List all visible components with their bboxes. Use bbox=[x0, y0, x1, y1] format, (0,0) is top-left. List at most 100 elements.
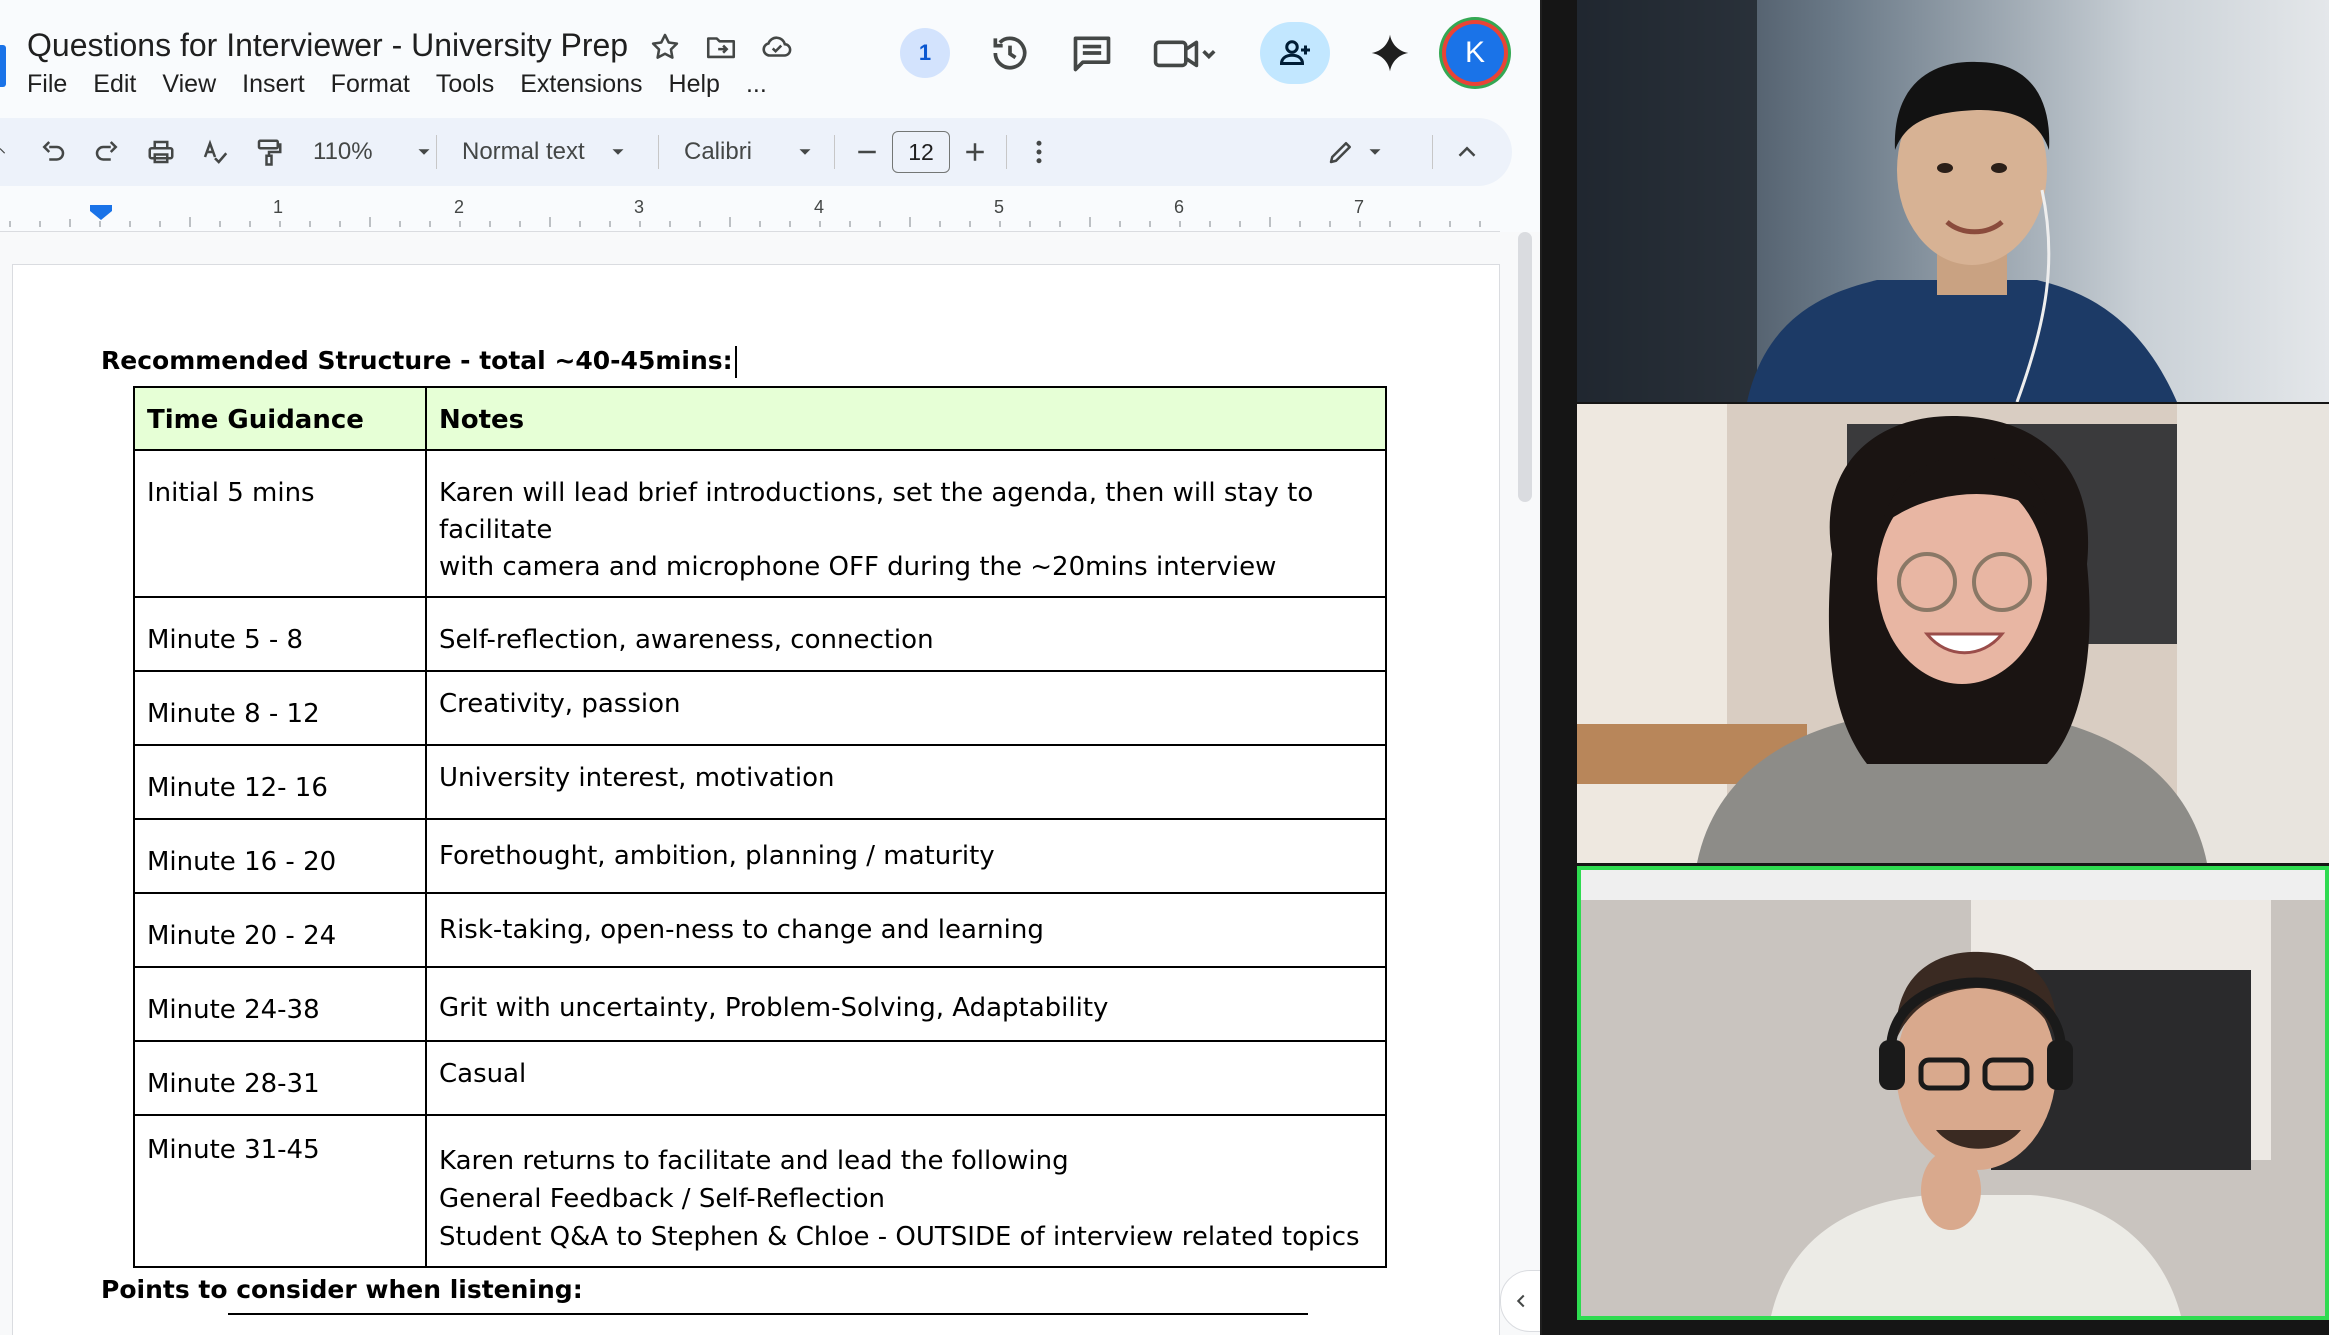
notes-line: Risk-taking, open-ness to change and lea… bbox=[439, 915, 1044, 945]
font-size-value: 12 bbox=[892, 131, 950, 173]
redo-icon[interactable] bbox=[92, 118, 122, 186]
header-time-guidance: Time Guidance bbox=[133, 386, 427, 451]
notes-cell[interactable]: Grit with uncertainty, Problem-Solving, … bbox=[425, 966, 1387, 1042]
section-heading-points[interactable]: Points to consider when listening: bbox=[101, 1275, 583, 1304]
account-avatar[interactable]: K bbox=[1446, 24, 1504, 82]
chevron-left-icon bbox=[1516, 1294, 1525, 1308]
time-cell[interactable]: Minute 31-45 bbox=[133, 1114, 427, 1268]
zoom-value: 110% bbox=[313, 138, 373, 165]
title-icons bbox=[648, 30, 794, 64]
notes-cell[interactable]: Creativity, passion bbox=[425, 670, 1387, 746]
vertical-scrollbar[interactable] bbox=[1518, 232, 1532, 502]
paragraph-style-select[interactable]: Normal text bbox=[462, 118, 629, 186]
spellcheck-icon[interactable] bbox=[200, 118, 230, 186]
menu-tools[interactable]: Tools bbox=[436, 70, 494, 99]
chevron-down-icon bbox=[1369, 149, 1381, 155]
notes-cell[interactable]: University interest, motivation bbox=[425, 744, 1387, 820]
participant-video-2[interactable] bbox=[1577, 404, 2329, 863]
horizontal-ruler[interactable]: 1 2 3 4 5 6 7 bbox=[0, 195, 1500, 232]
viewer-count-badge[interactable]: 1 bbox=[900, 28, 950, 78]
ruler-number: 7 bbox=[1354, 197, 1365, 217]
comments-icon[interactable] bbox=[1070, 31, 1114, 75]
decrease-font-size-button[interactable] bbox=[852, 118, 882, 186]
toolbar-divider bbox=[834, 135, 835, 169]
time-cell[interactable]: Minute 5 - 8 bbox=[133, 596, 427, 672]
title-bar: Questions for Interviewer - University P… bbox=[0, 0, 1540, 115]
share-button[interactable] bbox=[1260, 22, 1330, 84]
menu-help[interactable]: Help bbox=[669, 70, 720, 99]
print-icon[interactable] bbox=[146, 118, 176, 186]
section-heading-structure[interactable]: Recommended Structure - total ~40-45mins… bbox=[101, 346, 737, 378]
menu-format[interactable]: Format bbox=[331, 70, 410, 99]
notes-cell[interactable]: Casual bbox=[425, 1040, 1387, 1116]
docs-logo[interactable] bbox=[0, 45, 6, 87]
add-person-icon bbox=[1279, 40, 1310, 65]
toolbar-divider bbox=[1432, 135, 1433, 169]
chevron-down-icon bbox=[799, 149, 811, 155]
indent-marker-icon bbox=[90, 205, 112, 220]
participant-1-feed bbox=[1577, 0, 2329, 402]
table-row: Minute 28-31 Casual bbox=[133, 1040, 1387, 1116]
notes-line: Grit with uncertainty, Problem-Solving, … bbox=[439, 993, 1109, 1023]
toolbar-divider bbox=[658, 135, 659, 169]
notes-line: Casual bbox=[439, 1059, 527, 1089]
notes-cell[interactable]: Karen returns to facilitate and lead the… bbox=[425, 1114, 1387, 1268]
time-cell[interactable]: Minute 24-38 bbox=[133, 966, 427, 1042]
font-size-field[interactable]: 12 bbox=[892, 118, 950, 186]
notes-line: University interest, motivation bbox=[439, 763, 835, 793]
menu-more[interactable]: ... bbox=[746, 70, 767, 99]
star-icon[interactable] bbox=[648, 30, 682, 64]
menu-file[interactable]: File bbox=[27, 70, 67, 99]
zoom-select[interactable]: 110% bbox=[313, 118, 435, 186]
ruler-number: 3 bbox=[634, 197, 645, 217]
time-cell[interactable]: Minute 28-31 bbox=[133, 1040, 427, 1116]
time-cell[interactable]: Minute 20 - 24 bbox=[133, 892, 427, 968]
gemini-sparkle-icon[interactable] bbox=[1368, 31, 1412, 75]
search-menus-icon[interactable] bbox=[0, 118, 14, 186]
table-row: Minute 8 - 12 Creativity, passion bbox=[133, 670, 1387, 746]
menu-insert[interactable]: Insert bbox=[242, 70, 305, 99]
google-docs-window: Questions for Interviewer - University P… bbox=[0, 0, 1540, 1335]
version-history-icon[interactable] bbox=[988, 31, 1032, 75]
participant-2-feed bbox=[1577, 404, 2329, 863]
notes-line: Karen will lead brief introductions, set… bbox=[439, 478, 1314, 545]
table-row: Minute 31-45 Karen returns to facilitate… bbox=[133, 1114, 1387, 1268]
structure-table[interactable]: Time Guidance Notes Initial 5 mins Karen… bbox=[133, 386, 1387, 1268]
hide-menus-button[interactable] bbox=[1452, 118, 1482, 186]
participant-video-1[interactable] bbox=[1577, 0, 2329, 402]
table-row: Minute 16 - 20 Forethought, ambition, pl… bbox=[133, 818, 1387, 894]
ruler-number: 5 bbox=[994, 197, 1005, 217]
formatting-toolbar: 110% Normal text Calibri 12 bbox=[0, 118, 1512, 186]
notes-line: Student Q&A to Stephen & Chloe - OUTSIDE… bbox=[439, 1222, 1360, 1252]
font-select[interactable]: Calibri bbox=[684, 118, 816, 186]
table-row: Initial 5 mins Karen will lead brief int… bbox=[133, 449, 1387, 598]
meet-video-icon[interactable] bbox=[1152, 31, 1216, 75]
ruler-ticks bbox=[9, 205, 1481, 227]
document-title[interactable]: Questions for Interviewer - University P… bbox=[27, 27, 628, 64]
menu-extensions[interactable]: Extensions bbox=[520, 70, 642, 99]
time-cell[interactable]: Minute 12- 16 bbox=[133, 744, 427, 820]
time-cell[interactable]: Minute 8 - 12 bbox=[133, 670, 427, 746]
notes-line: Self-reflection, awareness, connection bbox=[439, 625, 934, 655]
notes-cell[interactable]: Risk-taking, open-ness to change and lea… bbox=[425, 892, 1387, 968]
notes-cell[interactable]: Karen will lead brief introductions, set… bbox=[425, 449, 1387, 598]
text-cursor bbox=[734, 346, 737, 378]
time-cell[interactable]: Initial 5 mins bbox=[133, 449, 427, 598]
paint-format-icon[interactable] bbox=[254, 118, 284, 186]
undo-icon[interactable] bbox=[38, 118, 68, 186]
cloud-saved-icon[interactable] bbox=[760, 30, 794, 64]
increase-font-size-button[interactable] bbox=[960, 118, 990, 186]
move-to-folder-icon[interactable] bbox=[704, 30, 738, 64]
editing-mode-select[interactable] bbox=[1326, 118, 1386, 186]
header-notes: Notes bbox=[425, 386, 1387, 451]
notes-line: Karen returns to facilitate and lead the… bbox=[439, 1146, 1069, 1176]
menu-edit[interactable]: Edit bbox=[93, 70, 136, 99]
ruler-number: 6 bbox=[1174, 197, 1185, 217]
notes-cell[interactable]: Self-reflection, awareness, connection bbox=[425, 596, 1387, 672]
time-cell[interactable]: Minute 16 - 20 bbox=[133, 818, 427, 894]
more-options-icon[interactable] bbox=[1024, 118, 1054, 186]
notes-cell[interactable]: Forethought, ambition, planning / maturi… bbox=[425, 818, 1387, 894]
participant-video-3-active-speaker[interactable] bbox=[1577, 866, 2329, 1320]
menu-view[interactable]: View bbox=[162, 70, 216, 99]
minus-icon bbox=[858, 150, 876, 154]
